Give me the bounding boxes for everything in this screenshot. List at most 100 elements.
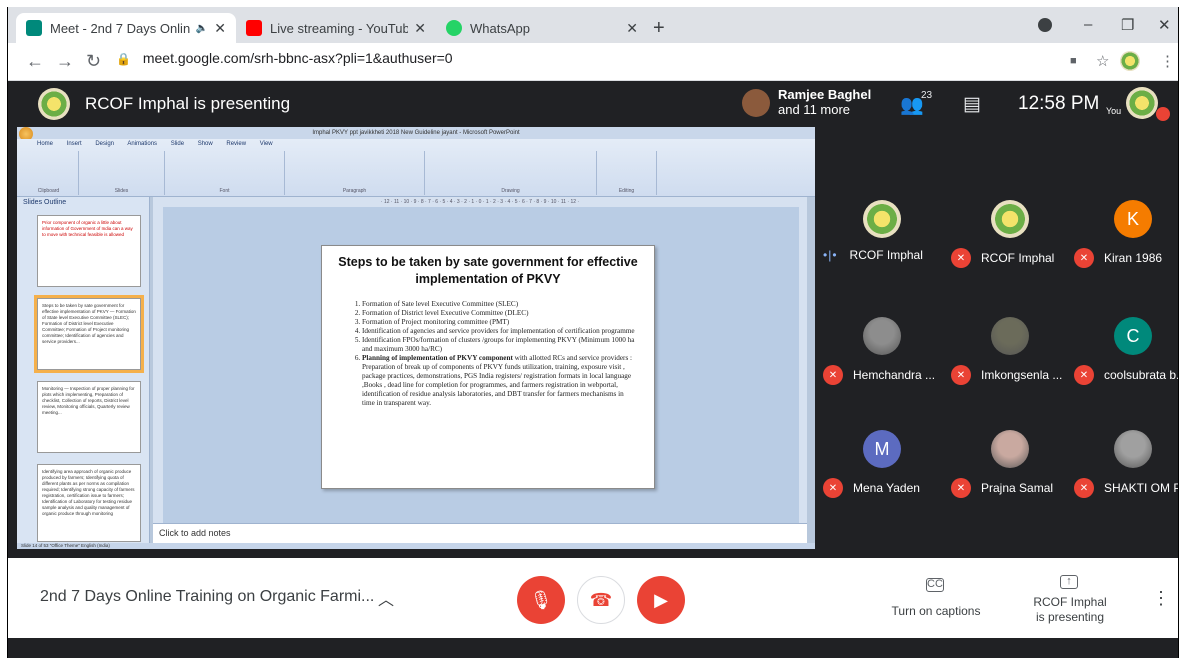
meet-control-bar: 2nd 7 Days Online Training on Organic Fa…: [8, 558, 1178, 638]
participant-name-row: ✕ SHAKTI OM P...: [1074, 478, 1178, 498]
participant-tile[interactable]: M ✕ Mena Yaden: [823, 430, 943, 500]
captions-icon[interactable]: CC: [926, 578, 944, 592]
pane-tabs[interactable]: Slides Outline: [17, 197, 149, 208]
tab-youtube[interactable]: Live streaming - YouTube Studio ✕: [236, 13, 436, 43]
participant-count: 23: [921, 90, 933, 101]
participant-tile[interactable]: ✕ Prajna Samal: [951, 430, 1071, 500]
close-tab-icon[interactable]: ✕: [408, 20, 426, 37]
participant-avatar: [863, 200, 901, 238]
clipboard-group[interactable]: Clipboard: [19, 151, 79, 195]
browser-window: Meet - 2nd 7 Days Online Tr 🔈 ✕ Live str…: [7, 7, 1179, 658]
mic-off-button[interactable]: 🎙: [517, 576, 565, 624]
meet-favicon-icon: [26, 20, 42, 36]
participant-name: RCOF Imphal: [981, 251, 1055, 265]
present-line1: RCOF Imphal: [1033, 595, 1107, 609]
slide-thumbnail[interactable]: Prior component of organic a little abou…: [37, 215, 141, 287]
muted-mic-icon: ✕: [823, 478, 843, 498]
leave-call-button[interactable]: ☎: [577, 576, 625, 624]
reload-icon[interactable]: ↻: [86, 51, 101, 72]
slide-item-bold: Planning of implementation of PKVY compo…: [362, 354, 513, 362]
muted-mic-icon: ✕: [1074, 248, 1094, 268]
rcof-logo-icon: [38, 88, 70, 120]
participant-tile[interactable]: ✕ Imkongsenla ...: [951, 317, 1071, 387]
presenting-banner: RCOF Imphal is presenting: [85, 94, 291, 113]
drawing-group[interactable]: Drawing: [425, 151, 597, 195]
self-muted-icon: [1156, 107, 1170, 121]
participant-tile[interactable]: ✕ SHAKTI OM P...: [1074, 430, 1178, 500]
vertical-scrollbar[interactable]: [799, 207, 807, 523]
close-tab-icon[interactable]: ✕: [208, 20, 226, 37]
presenting-button[interactable]: RCOF Imphal is presenting: [1018, 595, 1122, 625]
slide-list-item: Identification of agencies and service p…: [362, 327, 636, 336]
hang-up-icon: ☎: [589, 589, 613, 610]
audio-playing-icon[interactable]: 🔈: [196, 23, 208, 34]
participant-name-row: ✕ Kiran 1986: [1074, 248, 1162, 268]
tab-strip: Meet - 2nd 7 Days Online Tr 🔈 ✕ Live str…: [8, 7, 1178, 43]
people-line2: and 11 more: [778, 102, 851, 117]
slide-list-item: Formation of Project monitoring committe…: [362, 318, 636, 327]
profile-icon[interactable]: [1038, 18, 1052, 32]
participant-name: Kiran 1986: [1104, 251, 1163, 265]
address-bar[interactable]: 🔒 meet.google.com/srh-bbnc-asx?pli=1&aut…: [116, 50, 453, 66]
vertical-ruler: [153, 207, 163, 523]
camera-indicator-icon[interactable]: ■: [1070, 55, 1077, 67]
camera-off-button[interactable]: ▶: [637, 576, 685, 624]
participant-name: RCOF Imphal: [849, 248, 923, 262]
back-arrow-icon[interactable]: ←: [26, 51, 44, 72]
participant-name: Prajna Samal: [981, 481, 1054, 495]
camera-off-icon: ▶: [654, 589, 668, 610]
participant-name: SHAKTI OM P...: [1104, 481, 1178, 495]
font-group[interactable]: Font: [165, 151, 285, 195]
close-tab-icon[interactable]: ✕: [620, 20, 638, 37]
ribbon-tabs[interactable]: Home Insert Design Animations Slide Show…: [37, 141, 273, 147]
participant-name-row: ✕ Mena Yaden: [823, 478, 920, 498]
more-options-icon[interactable]: ⋮: [1152, 588, 1170, 609]
participant-avatar: K: [1114, 200, 1152, 238]
notes-pane[interactable]: Click to add notes: [153, 523, 807, 543]
slides-group[interactable]: Slides: [79, 151, 165, 195]
participant-name-row: ✕ coolsubrata b...: [1074, 365, 1178, 385]
participant-avatar: [991, 200, 1029, 238]
tab-meet[interactable]: Meet - 2nd 7 Days Online Tr 🔈 ✕: [16, 13, 236, 43]
participant-tile[interactable]: ✕ RCOF Imphal: [951, 200, 1071, 270]
extension-icon[interactable]: [1120, 51, 1140, 71]
paragraph-group[interactable]: Paragraph: [285, 151, 425, 195]
chrome-menu-icon[interactable]: ⋮: [1160, 52, 1175, 70]
muted-mic-icon: ✕: [951, 478, 971, 498]
new-tab-button[interactable]: +: [653, 18, 665, 38]
muted-mic-icon: ✕: [1074, 478, 1094, 498]
minimize-button[interactable]: –: [1084, 16, 1092, 33]
participant-tile[interactable]: K ✕ Kiran 1986: [1074, 200, 1178, 270]
youtube-favicon-icon: [246, 20, 262, 36]
muted-mic-icon: ✕: [823, 365, 843, 385]
tab-title: Meet - 2nd 7 Days Online Tr: [50, 20, 190, 36]
current-slide[interactable]: Steps to be taken by sate government for…: [321, 245, 655, 489]
slide-list-item: Identification FPOs/formation of cluster…: [362, 336, 636, 354]
close-window-button[interactable]: ✕: [1158, 16, 1171, 34]
slide-thumbnail[interactable]: Identifying area approach of organic pro…: [37, 464, 141, 542]
slide-thumbnail[interactable]: Monitoring — Inspection of proper planni…: [37, 381, 141, 453]
participant-name: Mena Yaden: [853, 481, 920, 495]
participant-tile[interactable]: ✕ Hemchandra ...: [823, 317, 943, 387]
people-line1: Ramjee Baghel: [778, 87, 872, 102]
participant-name: Imkongsenla ...: [981, 368, 1063, 382]
participant-tile[interactable]: C ✕ coolsubrata b...: [1074, 317, 1178, 387]
tab-whatsapp[interactable]: WhatsApp ✕: [436, 13, 648, 43]
present-screen-icon[interactable]: ↑: [1060, 575, 1078, 589]
maximize-button[interactable]: ❐: [1121, 16, 1134, 34]
meeting-title: 2nd 7 Days Online Training on Organic Fa…: [40, 588, 375, 605]
muted-mic-icon: ✕: [951, 248, 971, 268]
bookmark-star-icon[interactable]: ☆: [1096, 52, 1109, 70]
people-preview[interactable]: Ramjee Baghel and 11 more: [778, 87, 871, 117]
participant-name-row: •|• RCOF Imphal: [823, 248, 923, 262]
slide-heading: Steps to be taken by sate government for…: [338, 255, 638, 286]
editing-group[interactable]: Editing: [597, 151, 657, 195]
slide-thumbnail-selected[interactable]: Steps to be taken by sate government for…: [34, 295, 144, 373]
present-line2: is presenting: [1035, 610, 1105, 624]
chevron-up-icon[interactable]: ︿: [378, 586, 394, 610]
participant-tile[interactable]: •|• RCOF Imphal: [823, 200, 943, 270]
chat-icon[interactable]: ▤: [963, 93, 981, 116]
captions-button[interactable]: Turn on captions: [884, 604, 988, 619]
clock: 12:58 PM: [1018, 93, 1100, 114]
forward-arrow-icon[interactable]: →: [56, 51, 74, 72]
